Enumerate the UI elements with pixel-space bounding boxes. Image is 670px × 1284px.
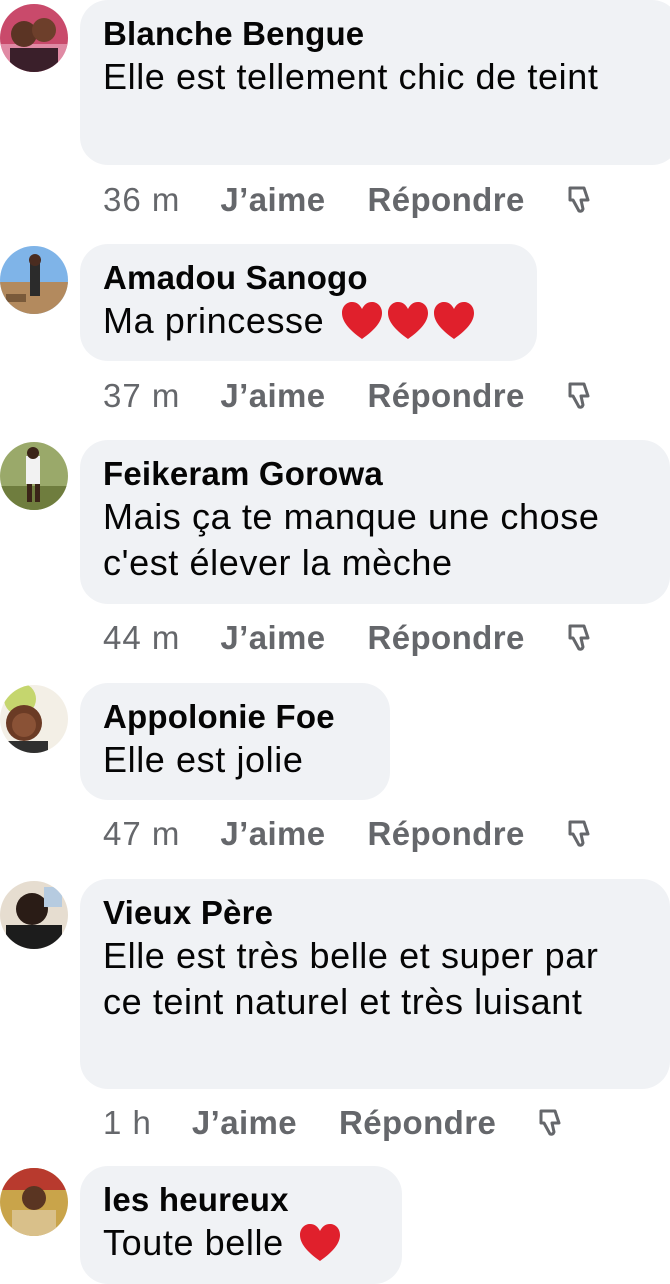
- comment-text: Elle est jolie: [103, 739, 304, 780]
- reply-button[interactable]: Répondre: [368, 377, 525, 415]
- comment-author[interactable]: Blanche Bengue: [103, 14, 658, 54]
- comment-author[interactable]: Appolonie Foe: [103, 697, 368, 737]
- avatar[interactable]: [0, 4, 68, 72]
- reply-button[interactable]: Répondre: [368, 815, 525, 853]
- red-heart-emoji: [342, 302, 383, 339]
- comment-text: Elle est tellement chic de teint: [103, 56, 599, 97]
- red-heart-emoji: [388, 302, 429, 339]
- red-heart-emoji: [299, 1224, 340, 1261]
- thumbs-down-icon[interactable]: [565, 381, 593, 411]
- comment-actions: 47 m J’aime Répondre: [103, 814, 593, 854]
- thumbs-down-icon[interactable]: [565, 819, 593, 849]
- comment-bubble[interactable]: Blanche Bengue Elle est tellement chic d…: [80, 0, 670, 165]
- comment-bubble[interactable]: Appolonie Foe Elle est jolie: [80, 683, 390, 800]
- comment-author[interactable]: Feikeram Gorowa: [103, 454, 648, 494]
- comment-text-value: Ma princesse: [103, 300, 325, 341]
- comment-bubble[interactable]: Vieux Père Elle est très belle et super …: [80, 879, 670, 1089]
- comment-actions: 1 h J’aime Répondre: [103, 1103, 564, 1143]
- like-button[interactable]: J’aime: [220, 815, 325, 853]
- red-heart-emoji: [434, 302, 475, 339]
- comment-time[interactable]: 47 m: [103, 815, 180, 853]
- like-button[interactable]: J’aime: [220, 181, 325, 219]
- comment-text-value: Toute belle: [103, 1222, 284, 1263]
- like-button[interactable]: J’aime: [220, 619, 325, 657]
- avatar[interactable]: [0, 685, 68, 753]
- comment-time[interactable]: 44 m: [103, 619, 180, 657]
- comment-text: Mais ça te manque une chose c'est élever…: [103, 496, 600, 583]
- comment-author[interactable]: Amadou Sanogo: [103, 258, 515, 298]
- like-button[interactable]: J’aime: [220, 377, 325, 415]
- comment-text: Toute belle: [103, 1220, 380, 1266]
- comment-bubble[interactable]: les heureux Toute belle: [80, 1166, 402, 1284]
- comment-time[interactable]: 1 h: [103, 1104, 152, 1142]
- thumbs-down-icon[interactable]: [565, 185, 593, 215]
- comment-bubble[interactable]: Feikeram Gorowa Mais ça te manque une ch…: [80, 440, 670, 604]
- comment-bubble[interactable]: Amadou Sanogo Ma princesse: [80, 244, 537, 361]
- like-button[interactable]: J’aime: [192, 1104, 297, 1142]
- comment-author[interactable]: Vieux Père: [103, 893, 648, 933]
- reply-button[interactable]: Répondre: [339, 1104, 496, 1142]
- comment-author[interactable]: les heureux: [103, 1180, 380, 1220]
- comment-actions: 44 m J’aime Répondre: [103, 618, 593, 658]
- comment-actions: 37 m J’aime Répondre: [103, 376, 593, 416]
- reply-button[interactable]: Répondre: [368, 181, 525, 219]
- comment-time[interactable]: 36 m: [103, 181, 180, 219]
- thumbs-down-icon[interactable]: [565, 623, 593, 653]
- avatar[interactable]: [0, 246, 68, 314]
- comment-actions: 36 m J’aime Répondre: [103, 180, 593, 220]
- reply-button[interactable]: Répondre: [368, 619, 525, 657]
- avatar[interactable]: [0, 442, 68, 510]
- comment-text: Elle est très belle et super par ce tein…: [103, 935, 599, 1022]
- avatar[interactable]: [0, 881, 68, 949]
- comment-text: Ma princesse: [103, 298, 515, 344]
- comment-time[interactable]: 37 m: [103, 377, 180, 415]
- thumbs-down-icon[interactable]: [536, 1108, 564, 1138]
- avatar[interactable]: [0, 1168, 68, 1236]
